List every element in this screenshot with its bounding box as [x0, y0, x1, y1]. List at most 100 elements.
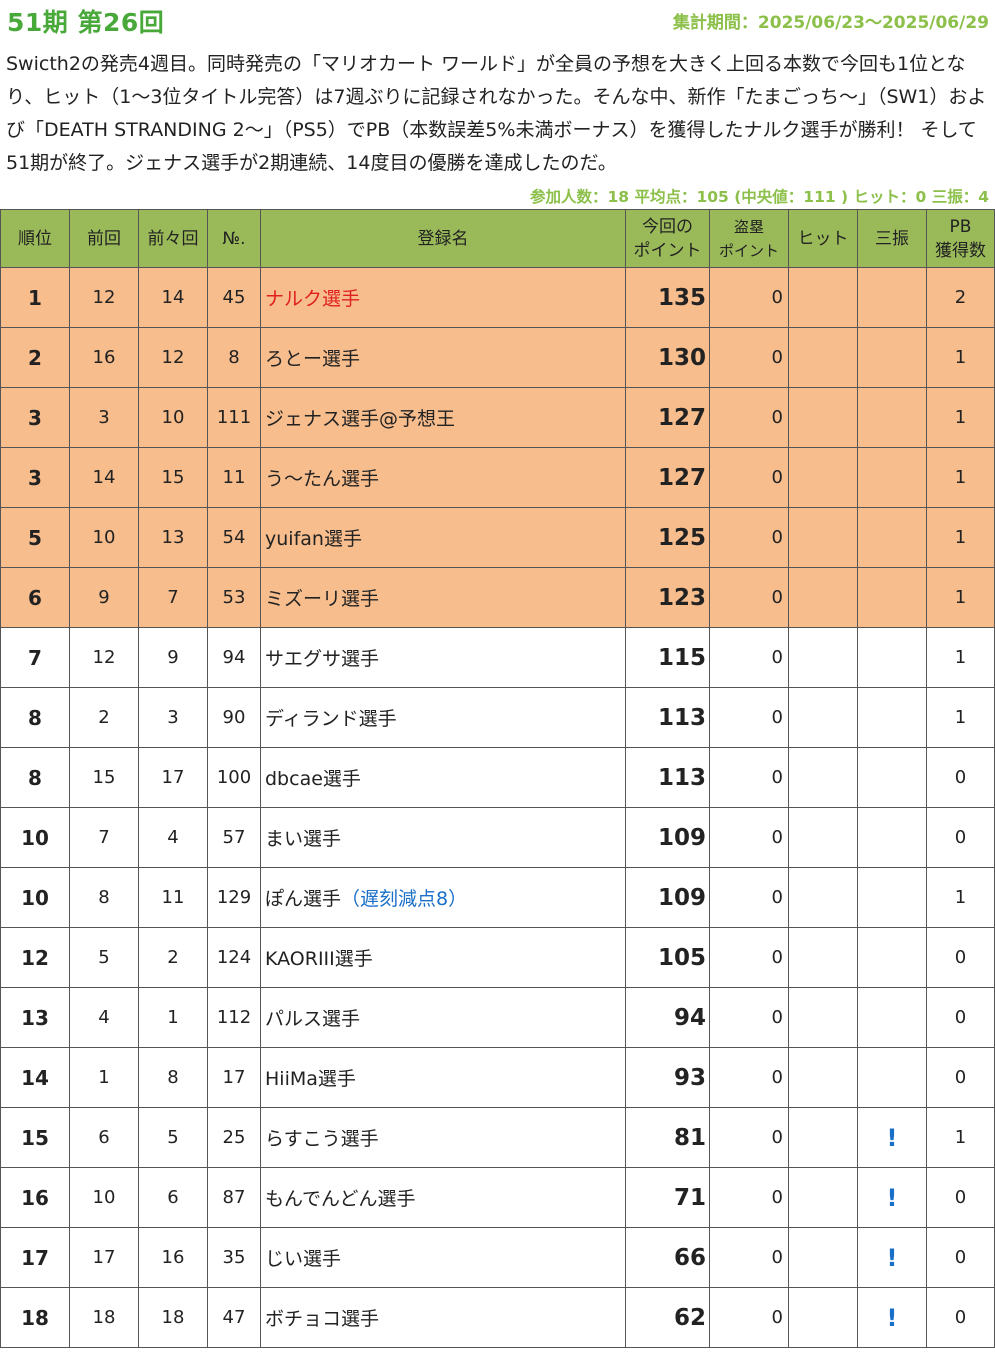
- prev-rank-cell: 16: [69, 327, 139, 388]
- prev2-rank-cell: 8: [138, 1047, 208, 1108]
- player-name-cell: もんでんどん選手: [260, 1167, 626, 1228]
- hit-cell: [788, 1107, 858, 1168]
- prev-rank-cell: 4: [69, 987, 139, 1048]
- pb-count-cell: 0: [926, 747, 995, 808]
- table-row: 6 9 7 53 ミズーリ選手 123 0 1: [0, 567, 995, 628]
- pb-count-cell: 1: [926, 687, 995, 748]
- strikeout-cell: !: [857, 1227, 927, 1288]
- points-cell: 123: [625, 567, 710, 628]
- steal-points-cell: 0: [709, 1047, 789, 1108]
- player-name-cell: ミズーリ選手: [260, 567, 626, 628]
- hit-cell: [788, 1287, 858, 1348]
- prev2-rank-cell: 6: [138, 1167, 208, 1228]
- entry-number-cell: 47: [207, 1287, 261, 1348]
- pb-count-cell: 1: [926, 567, 995, 628]
- prev-rank-cell: 2: [69, 687, 139, 748]
- points-cell: 81: [625, 1107, 710, 1168]
- prev-rank-cell: 10: [69, 1167, 139, 1228]
- pb-count-cell: 1: [926, 507, 995, 568]
- steal-points-cell: 0: [709, 1287, 789, 1348]
- hit-cell: [788, 507, 858, 568]
- col-header-points: 今回の ポイント: [625, 209, 710, 268]
- table-row: 10 8 11 129 ぽん選手（遅刻減点8） 109 0 1: [0, 867, 995, 928]
- points-cell: 94: [625, 987, 710, 1048]
- rank-cell: 12: [0, 927, 70, 988]
- table-row: 12 5 2 124 KAORIII選手 105 0 0: [0, 927, 995, 988]
- player-name: HiiMa選手: [265, 1068, 356, 1090]
- strikeout-cell: [857, 1047, 927, 1108]
- prev-rank-cell: 12: [69, 267, 139, 328]
- player-name-cell: KAORIII選手: [260, 927, 626, 988]
- rank-cell: 6: [0, 567, 70, 628]
- steal-points-cell: 0: [709, 627, 789, 688]
- entry-number-cell: 100: [207, 747, 261, 808]
- table-row: 10 7 4 57 まい選手 109 0 0: [0, 807, 995, 868]
- strikeout-cell: [857, 507, 927, 568]
- rank-cell: 5: [0, 507, 70, 568]
- prev-rank-cell: 8: [69, 867, 139, 928]
- hit-cell: [788, 627, 858, 688]
- prev2-rank-cell: 7: [138, 567, 208, 628]
- points-cell: 66: [625, 1227, 710, 1288]
- player-name: う～たん選手: [265, 468, 380, 490]
- col-header-points-line2: ポイント: [633, 240, 702, 261]
- player-name-cell: ろとー選手: [260, 327, 626, 388]
- table-row: 8 2 3 90 ディランド選手 113 0 1: [0, 687, 995, 748]
- player-name-cell: ぽん選手（遅刻減点8）: [260, 867, 626, 928]
- prev2-rank-cell: 15: [138, 447, 208, 508]
- player-name: ろとー選手: [265, 348, 361, 370]
- prev2-rank-cell: 10: [138, 387, 208, 448]
- player-name: パルス選手: [265, 1008, 361, 1030]
- entry-number-cell: 124: [207, 927, 261, 988]
- strikeout-cell: !: [857, 1107, 927, 1168]
- prev2-rank-cell: 5: [138, 1107, 208, 1168]
- pb-count-cell: 1: [926, 327, 995, 388]
- col-header-no: №.: [207, 209, 261, 268]
- player-name: ボチョコ選手: [265, 1308, 380, 1330]
- entry-number-cell: 94: [207, 627, 261, 688]
- table-row: 16 10 6 87 もんでんどん選手 71 0! 0: [0, 1167, 995, 1228]
- aggregation-period: 集計期間：2025/06/23～2025/06/29: [672, 13, 989, 33]
- player-name: ナルク選手: [265, 288, 361, 310]
- strikeout-cell: [857, 687, 927, 748]
- pb-count-cell: 0: [926, 1287, 995, 1348]
- hit-cell: [788, 1047, 858, 1108]
- player-name-cell: yuifan選手: [260, 507, 626, 568]
- points-cell: 109: [625, 867, 710, 928]
- player-name-cell: う～たん選手: [260, 447, 626, 508]
- entry-number-cell: 8: [207, 327, 261, 388]
- pb-count-cell: 2: [926, 267, 995, 328]
- rank-cell: 10: [0, 807, 70, 868]
- entry-number-cell: 90: [207, 687, 261, 748]
- pb-count-cell: 1: [926, 387, 995, 448]
- points-cell: 135: [625, 267, 710, 328]
- rank-cell: 7: [0, 627, 70, 688]
- steal-points-cell: 0: [709, 927, 789, 988]
- col-header-steal: 盗塁 ポイント: [709, 209, 789, 268]
- table-row: 15 6 5 25 らすこう選手 81 0! 1: [0, 1107, 995, 1168]
- table-row: 3 14 15 11 う～たん選手 127 0 1: [0, 447, 995, 508]
- steal-points-cell: 0: [709, 507, 789, 568]
- rank-cell: 3: [0, 387, 70, 448]
- player-name-cell: まい選手: [260, 807, 626, 868]
- player-name-cell: じい選手: [260, 1227, 626, 1288]
- table-row: 1 12 14 45 ナルク選手 135 0 2: [0, 267, 995, 328]
- strikeout-cell: [857, 267, 927, 328]
- steal-points-cell: 0: [709, 267, 789, 328]
- entry-number-cell: 25: [207, 1107, 261, 1168]
- ranking-body: 1 12 14 45 ナルク選手 135 0 2 2 16 12 8 ろとー選手 130 0 1 3 3 10 111…: [0, 267, 995, 1348]
- col-header-name: 登録名: [260, 209, 626, 268]
- entry-number-cell: 129: [207, 867, 261, 928]
- hit-cell: [788, 267, 858, 328]
- prev-rank-cell: 17: [69, 1227, 139, 1288]
- points-cell: 125: [625, 507, 710, 568]
- entry-number-cell: 17: [207, 1047, 261, 1108]
- strikeout-cell: [857, 927, 927, 988]
- prev-rank-cell: 7: [69, 807, 139, 868]
- strikeout-cell: [857, 747, 927, 808]
- rank-cell: 1: [0, 267, 70, 328]
- hit-cell: [788, 1167, 858, 1228]
- entry-number-cell: 112: [207, 987, 261, 1048]
- prev-rank-cell: 14: [69, 447, 139, 508]
- steal-points-cell: 0: [709, 1227, 789, 1288]
